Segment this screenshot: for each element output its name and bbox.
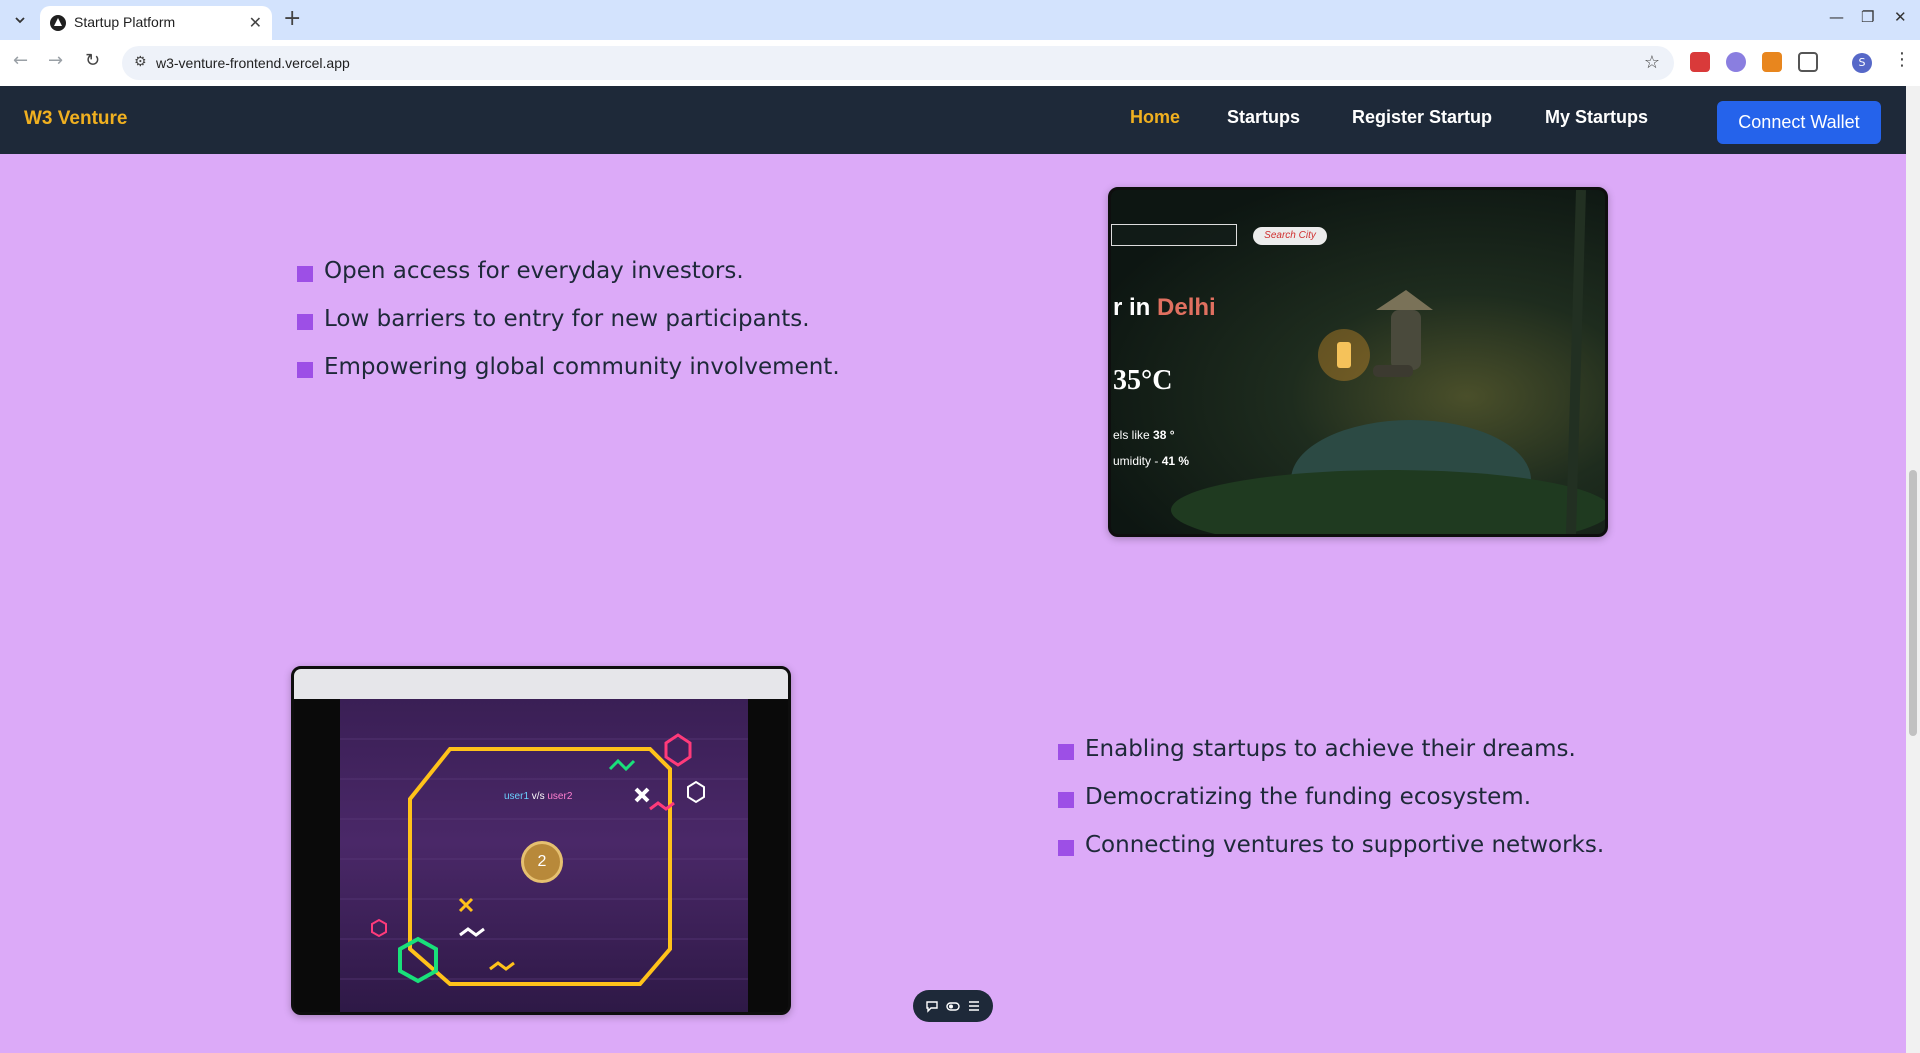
- list-item: Low barriers to entry for new participan…: [297, 306, 840, 354]
- bullet-square-icon: [297, 362, 313, 378]
- browser-tab-bar: Startup Platform ✕ + — ❐ ✕: [0, 0, 1920, 40]
- url-text[interactable]: w3-venture-frontend.vercel.app: [156, 55, 350, 71]
- list-item: Open access for everyday investors.: [297, 258, 840, 306]
- extensions-puzzle-icon[interactable]: [1798, 52, 1818, 72]
- bookmark-star-icon[interactable]: ☆: [1644, 52, 1660, 73]
- browser-menu-icon[interactable]: ⋮: [1893, 49, 1911, 70]
- back-icon[interactable]: ←: [13, 50, 28, 71]
- menu-icon[interactable]: [966, 998, 982, 1014]
- site-favicon-icon: [50, 15, 66, 31]
- nav-home[interactable]: Home: [1130, 107, 1180, 128]
- bullet-square-icon: [1058, 792, 1074, 808]
- bullet-square-icon: [297, 266, 313, 282]
- new-tab-icon[interactable]: +: [283, 6, 301, 31]
- nav-startups[interactable]: Startups: [1227, 107, 1300, 128]
- restore-icon[interactable]: ❐: [1861, 8, 1874, 26]
- game-board: user1 v/s user2 2: [340, 699, 748, 1012]
- tab-title: Startup Platform: [74, 14, 176, 30]
- list-item: Enabling startups to achieve their dream…: [1058, 736, 1604, 784]
- site-header: W3 Venture Home Startups Register Startu…: [0, 86, 1906, 154]
- weather-app-preview-image: Search City r in Delhi 35°C els like 38 …: [1108, 187, 1608, 537]
- embedded-browser-bar: [294, 669, 788, 699]
- bullet-square-icon: [1058, 744, 1074, 760]
- minimize-icon[interactable]: —: [1829, 8, 1844, 26]
- search-city-button: Search City: [1253, 227, 1327, 245]
- feature-list-startups: Enabling startups to achieve their dream…: [1058, 736, 1604, 880]
- comment-icon[interactable]: [924, 998, 940, 1014]
- list-item: Connecting ventures to supportive networ…: [1058, 832, 1604, 880]
- close-tab-icon[interactable]: ✕: [249, 13, 262, 32]
- profile-avatar[interactable]: S: [1852, 53, 1872, 73]
- weather-heading: r in Delhi: [1113, 294, 1216, 321]
- extension-cloud-icon[interactable]: [1726, 52, 1746, 72]
- temperature-value: 35°C: [1113, 365, 1173, 396]
- browser-tab[interactable]: Startup Platform ✕: [40, 6, 272, 40]
- nav-register-startup[interactable]: Register Startup: [1352, 107, 1492, 128]
- list-item: Democratizing the funding ecosystem.: [1058, 784, 1604, 832]
- game-preview-image: user1 v/s user2 2: [291, 666, 791, 1015]
- round-counter-coin: 2: [521, 841, 563, 883]
- metamask-fox-icon[interactable]: [1762, 52, 1782, 72]
- site-info-icon[interactable]: ⚙: [134, 54, 147, 70]
- city-search-input: [1111, 224, 1237, 246]
- feels-like-text: els like 38 °: [1113, 428, 1175, 442]
- feature-list-investors: Open access for everyday investors. Low …: [297, 258, 840, 402]
- list-item: Empowering global community involvement.: [297, 354, 840, 402]
- tab-list-chevron-icon[interactable]: [8, 8, 32, 32]
- floating-toolbar: [913, 990, 993, 1022]
- forward-icon[interactable]: →: [48, 50, 63, 71]
- humidity-text: umidity - 41 %: [1113, 454, 1190, 468]
- reload-icon[interactable]: ↻: [85, 50, 100, 71]
- players-versus-text: user1 v/s user2: [504, 791, 573, 802]
- nav-my-startups[interactable]: My Startups: [1545, 107, 1648, 128]
- address-bar[interactable]: ⚙ w3-venture-frontend.vercel.app ☆: [122, 46, 1674, 80]
- browser-toolbar: ← → ↻ ⚙ w3-venture-frontend.vercel.app ☆: [0, 40, 1920, 86]
- bullet-square-icon: [1058, 840, 1074, 856]
- page-scrollbar-thumb[interactable]: [1909, 470, 1917, 736]
- bullet-square-icon: [297, 314, 313, 330]
- connect-wallet-button[interactable]: Connect Wallet: [1717, 101, 1881, 144]
- brand-logo[interactable]: W3 Venture: [24, 108, 127, 130]
- close-window-icon[interactable]: ✕: [1894, 8, 1907, 26]
- extension-lock-icon[interactable]: [1690, 52, 1710, 72]
- toggle-icon[interactable]: [945, 998, 961, 1014]
